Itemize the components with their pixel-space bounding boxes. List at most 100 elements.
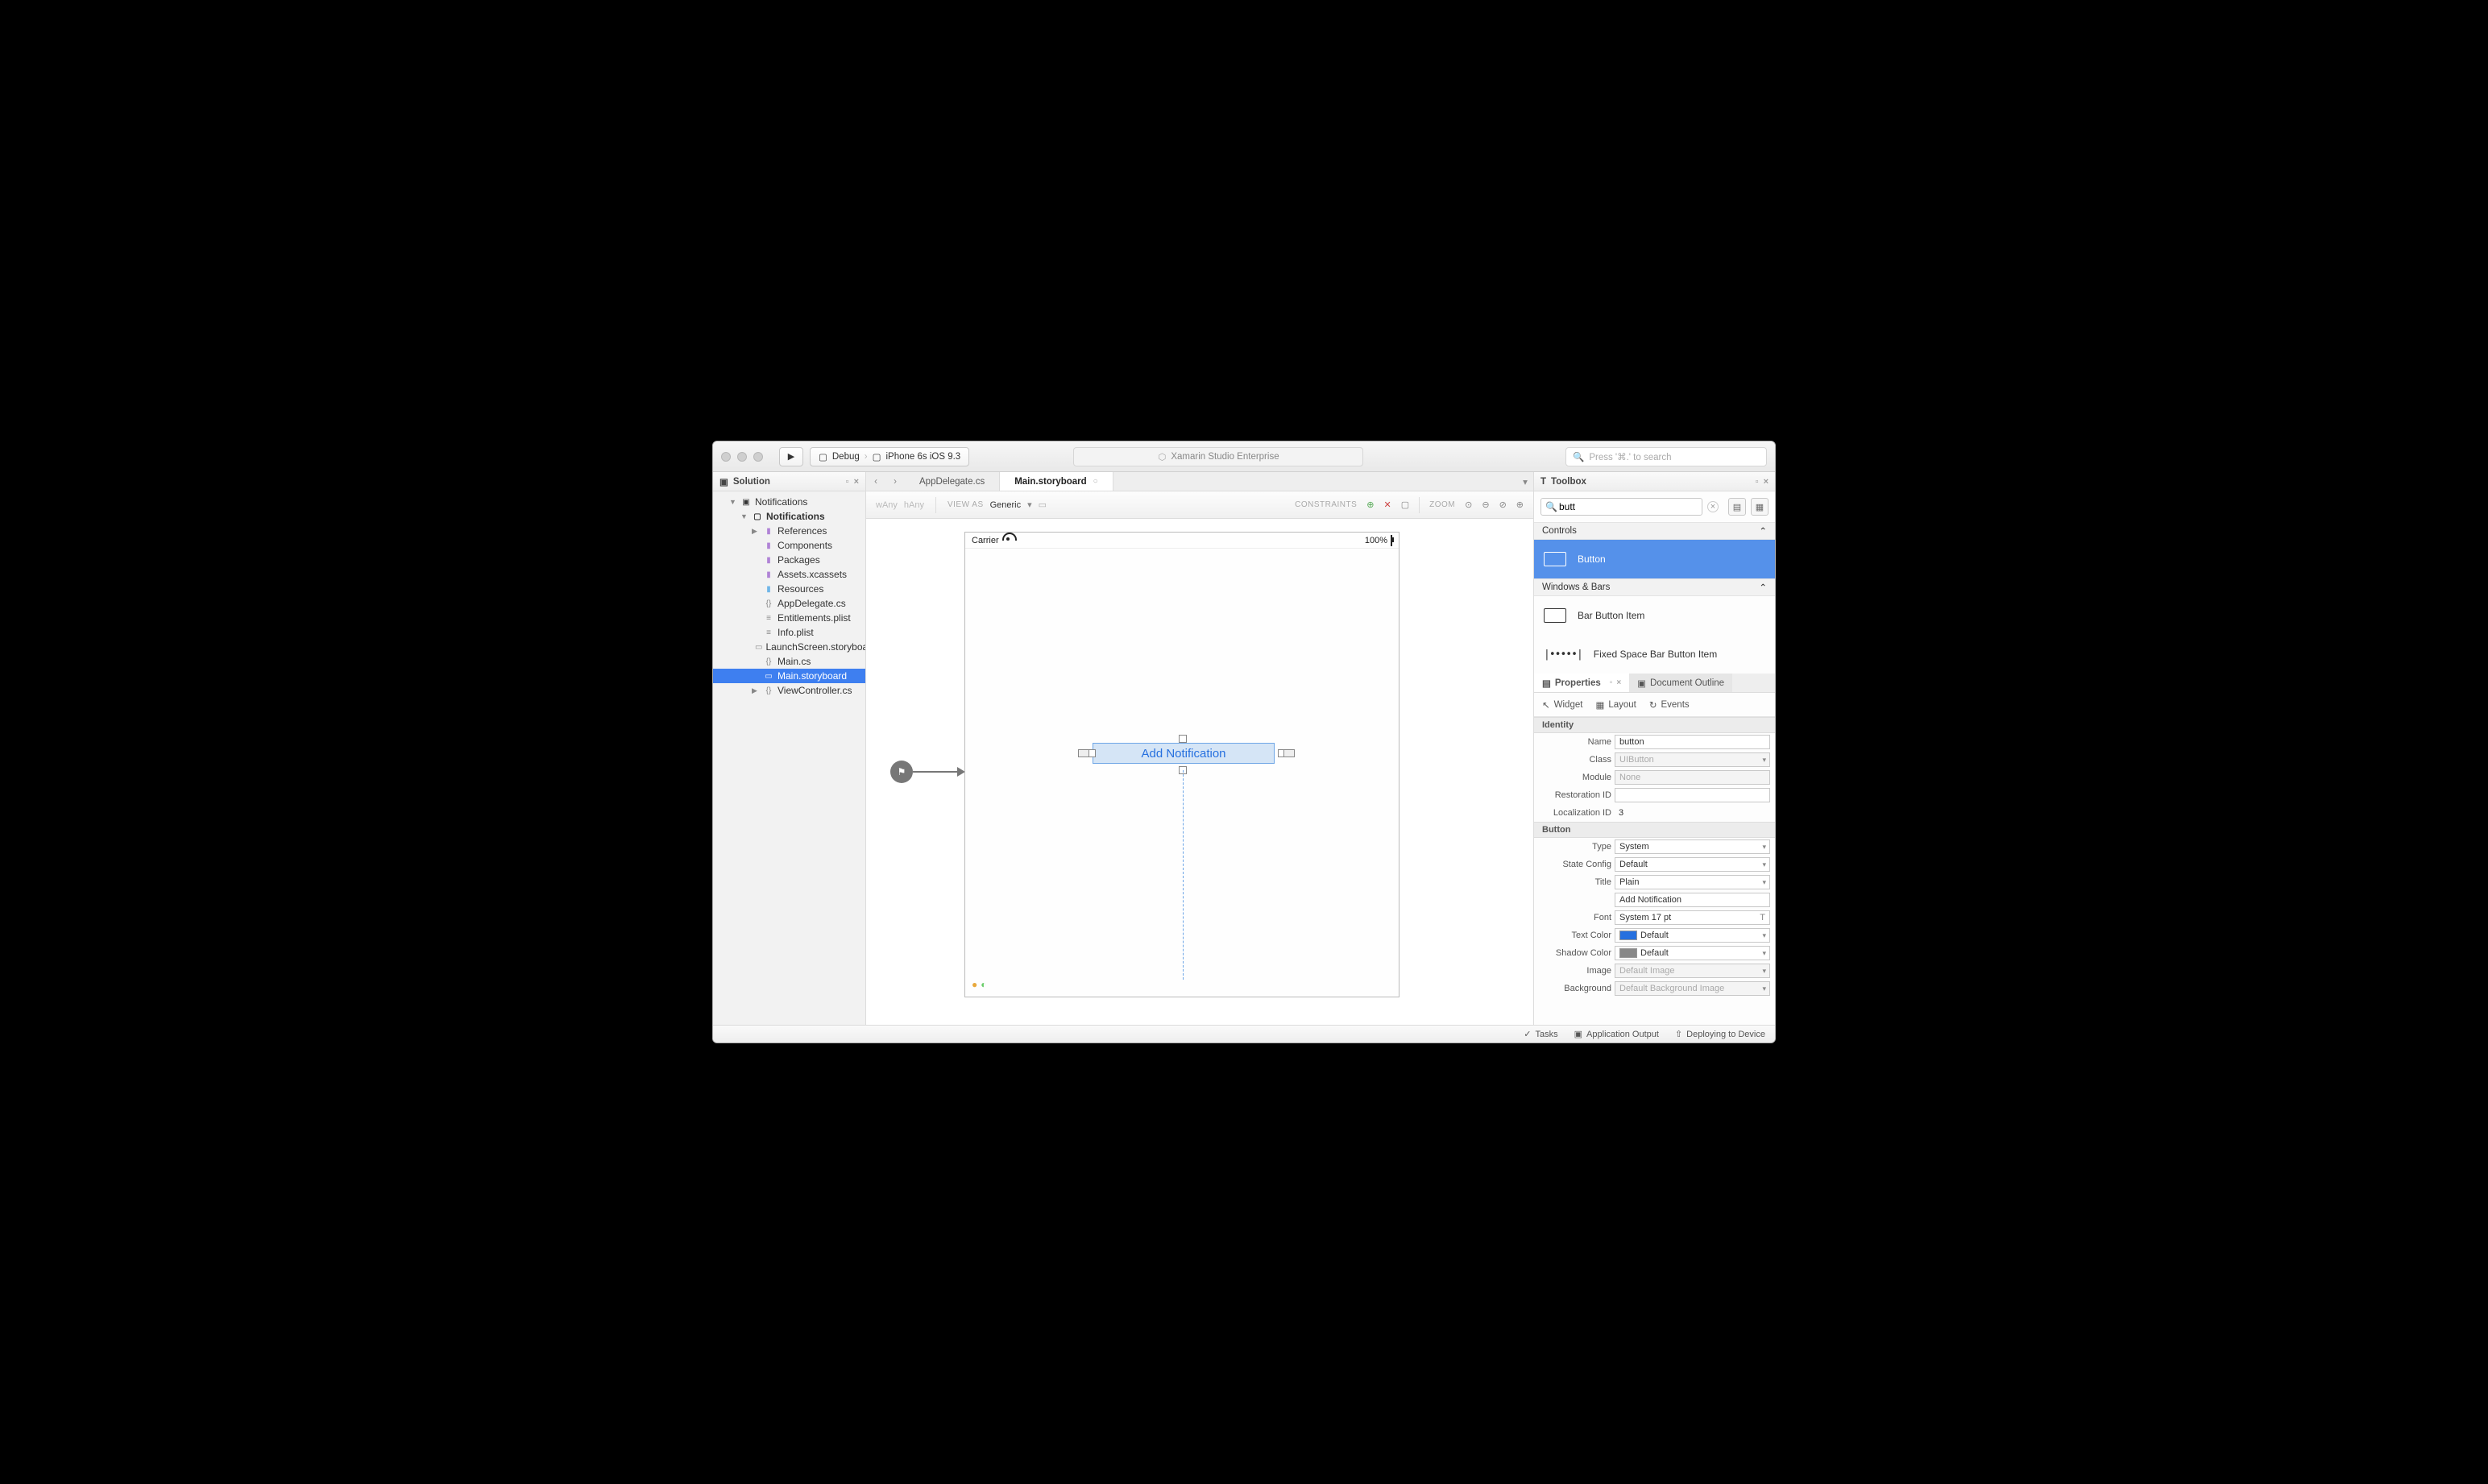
add-constraint-icon[interactable]: ⊕ [1366, 500, 1374, 510]
run-config-selector[interactable]: ▢ Debug › ▢ iPhone 6s iOS 9.3 [810, 447, 969, 466]
field-stateconfig[interactable]: Default [1615, 857, 1770, 872]
font-picker-icon[interactable]: T [1760, 913, 1765, 922]
field-textcolor[interactable]: Default [1615, 928, 1770, 943]
field-shadowcolor[interactable]: Default [1615, 946, 1770, 960]
field-title-text[interactable]: Add Notification [1615, 893, 1770, 907]
pin-icon[interactable]: ▫ [846, 477, 849, 487]
viewcontroller-scene[interactable]: Carrier 100% Add Notification [964, 532, 1400, 997]
zoom-actual-icon[interactable]: ⊘ [1499, 500, 1507, 510]
pin-icon[interactable]: ▫ [1756, 477, 1759, 487]
field-background[interactable]: Default Background Image [1615, 981, 1770, 996]
pin-icon[interactable]: ▫ [1610, 678, 1613, 687]
close-pad-icon[interactable]: × [1764, 477, 1769, 487]
toolbox-icon: T [1540, 477, 1546, 487]
plist-file-icon: ≡ [763, 612, 774, 624]
toolbox-compact-view[interactable]: ▤ [1728, 498, 1746, 516]
clear-search-icon[interactable]: × [1707, 501, 1719, 512]
field-title-type[interactable]: Plain [1615, 875, 1770, 889]
subtab-layout[interactable]: ▦Layout [1595, 699, 1636, 711]
upload-icon: ⇧ [1675, 1029, 1682, 1039]
field-module[interactable]: None [1615, 770, 1770, 785]
tab-mainstoryboard[interactable]: Main.storyboard○ [1000, 472, 1113, 491]
tree-solution-root[interactable]: ▼▣Notifications [713, 495, 865, 509]
field-name[interactable]: button [1615, 735, 1770, 749]
subtab-events[interactable]: ↻Events [1649, 699, 1690, 711]
orientation-icon[interactable]: ▭ [1039, 500, 1047, 510]
close-pad-icon[interactable]: × [854, 477, 859, 487]
plist-file-icon: ≡ [763, 627, 774, 638]
traffic-lights [721, 452, 763, 462]
zoom-out-icon[interactable]: ⊖ [1482, 500, 1489, 510]
design-canvas[interactable]: ⚑ Carrier 100% Add Notification [866, 519, 1533, 1025]
project-icon: ▢ [752, 511, 763, 522]
tree-resources[interactable]: ▮Resources [713, 582, 865, 596]
outline-icon: ▣ [1637, 678, 1646, 689]
selected-uibutton[interactable]: Add Notification [1093, 743, 1275, 764]
tree-references[interactable]: ▶▮References [713, 524, 865, 538]
status-app-output[interactable]: ▣Application Output [1574, 1029, 1659, 1039]
toolbox-item-barbutton[interactable]: Bar Button Item [1534, 596, 1775, 635]
toolbox-search-input[interactable] [1540, 498, 1702, 516]
zoom-window-icon[interactable] [753, 452, 763, 462]
tree-entitlements[interactable]: ≡Entitlements.plist [713, 611, 865, 625]
close-icon[interactable]: × [1616, 678, 1621, 687]
tab-appdelegate[interactable]: AppDelegate.cs [905, 472, 1000, 491]
toolbox-item-button[interactable]: Button [1534, 540, 1775, 578]
nav-forward[interactable]: › [885, 472, 905, 491]
button-title: Add Notification [1141, 747, 1225, 761]
field-class[interactable]: UIButton [1615, 752, 1770, 767]
viewas-value[interactable]: Generic [990, 500, 1022, 510]
solution-pad-header: ▣ Solution ▫ × [713, 472, 865, 491]
field-font[interactable]: System 17 ptT [1615, 910, 1770, 925]
remove-constraint-icon[interactable]: ✕ [1384, 500, 1391, 510]
zoom-fit-icon[interactable]: ⊙ [1465, 500, 1472, 510]
category-windows-bars[interactable]: Windows & Bars⌃ [1534, 578, 1775, 596]
solution-file-icon: ▣ [740, 496, 752, 508]
close-window-icon[interactable] [721, 452, 731, 462]
constraint-handle-left[interactable] [1078, 749, 1089, 757]
solution-pad: ▣ Solution ▫ × ▼▣Notifications ▼▢Notific… [713, 472, 866, 1025]
tree-launchscreen[interactable]: ▭LaunchScreen.storyboard [713, 640, 865, 654]
collapse-icon: ⌃ [1759, 525, 1767, 537]
nav-back[interactable]: ‹ [866, 472, 885, 491]
frame-mode-icon[interactable]: ▢ [1401, 500, 1409, 510]
category-controls[interactable]: Controls⌃ [1534, 522, 1775, 540]
minimize-window-icon[interactable] [737, 452, 747, 462]
layout-icon: ▦ [1595, 699, 1604, 711]
tree-infoplist[interactable]: ≡Info.plist [713, 625, 865, 640]
entry-point-arrow[interactable]: ⚑ [890, 761, 965, 783]
run-button[interactable]: ▶ [779, 447, 803, 466]
field-type[interactable]: System [1615, 839, 1770, 854]
tab-properties[interactable]: ▤Properties▫× [1534, 674, 1629, 692]
tab-overflow[interactable]: ▾ [1517, 472, 1533, 491]
editor-area: ‹ › AppDelegate.cs Main.storyboard○ ▾ wA… [866, 472, 1533, 1025]
tree-maincs[interactable]: {}Main.cs [713, 654, 865, 669]
tree-appdelegate[interactable]: {}AppDelegate.cs [713, 596, 865, 611]
constraint-handle-right[interactable] [1283, 749, 1295, 757]
field-restoration-id[interactable] [1615, 788, 1770, 802]
tree-mainstoryboard[interactable]: ▭Main.storyboard [713, 669, 865, 683]
subtab-widget[interactable]: ↖Widget [1542, 699, 1582, 711]
toolbox-list-view[interactable]: ▦ [1751, 498, 1769, 516]
color-swatch [1619, 948, 1637, 958]
status-deploy[interactable]: ⇧Deploying to Device [1675, 1029, 1765, 1039]
resize-handle-top[interactable] [1179, 735, 1187, 743]
tree-viewcontroller[interactable]: ▶{}ViewController.cs [713, 683, 865, 698]
toolbox-item-fixedspace[interactable]: |•••••| Fixed Space Bar Button Item [1534, 635, 1775, 674]
close-tab-icon[interactable]: ○ [1093, 477, 1098, 486]
global-search[interactable]: 🔍 Press '⌘.' to search [1565, 447, 1767, 466]
tree-assets[interactable]: ▮Assets.xcassets [713, 567, 865, 582]
viewcontroller-icon[interactable]: ● [972, 979, 977, 990]
tree-components[interactable]: ▮Components [713, 538, 865, 553]
first-responder-icon[interactable]: ◐ [981, 979, 986, 990]
zoom-in-icon[interactable]: ⊕ [1516, 500, 1524, 510]
status-tasks[interactable]: ✓Tasks [1524, 1029, 1557, 1039]
tree-project[interactable]: ▼▢Notifications [713, 509, 865, 524]
tree-packages[interactable]: ▮Packages [713, 553, 865, 567]
field-image[interactable]: Default Image [1615, 964, 1770, 978]
size-class-selector[interactable]: wAny hAny [876, 500, 924, 510]
chevron-down-icon[interactable]: ▾ [1027, 500, 1032, 510]
tab-document-outline[interactable]: ▣Document Outline [1629, 674, 1732, 692]
folder-icon: ▮ [763, 583, 774, 595]
solution-pad-title: Solution [733, 477, 770, 487]
